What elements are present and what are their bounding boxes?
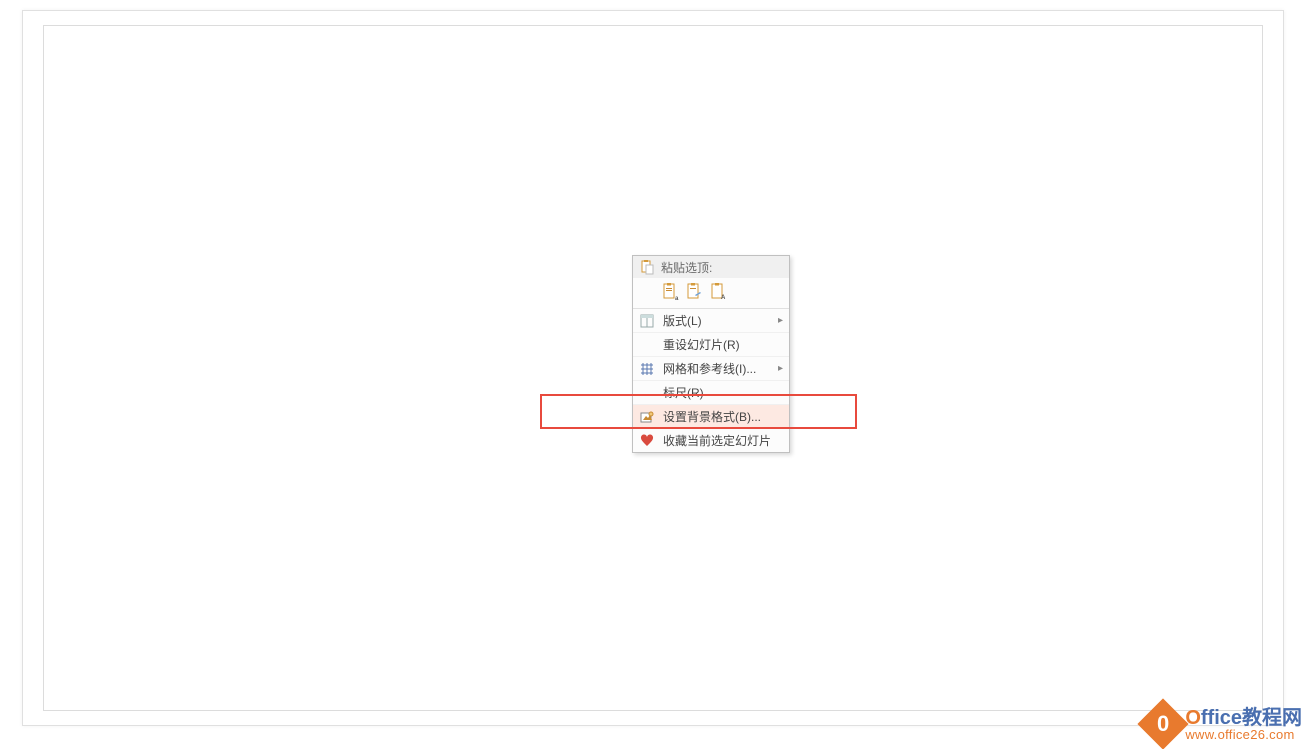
favorite-slide-menu[interactable]: 收藏当前选定幻灯片	[633, 428, 789, 452]
watermark-title: Office教程网	[1185, 708, 1302, 728]
format-background-menu[interactable]: 设置背景格式(B)...	[633, 404, 789, 428]
watermark-badge-text: 0	[1157, 711, 1169, 737]
watermark: 0 Office教程网 www.office26.com	[1145, 706, 1302, 742]
svg-text:A: A	[721, 295, 726, 301]
ruler-label: 标尺(R)	[663, 384, 783, 401]
ruler-menu[interactable]: 标尺(R)	[633, 380, 789, 404]
paste-merge-icon[interactable]	[685, 282, 705, 302]
grid-guides-menu[interactable]: 网格和参考线(I)... ▸	[633, 356, 789, 380]
watermark-text: Office教程网 www.office26.com	[1185, 708, 1302, 741]
format-bg-icon	[639, 409, 655, 425]
paste-options-label: 粘贴选顶:	[661, 259, 712, 276]
layout-menu[interactable]: 版式(L) ▸	[633, 308, 789, 332]
format-background-label: 设置背景格式(B)...	[663, 408, 783, 425]
watermark-url: www.office26.com	[1185, 728, 1302, 741]
paste-options-header: 粘贴选顶:	[633, 256, 789, 278]
reset-slide-menu[interactable]: 重设幻灯片(R)	[633, 332, 789, 356]
paste-text-only-icon[interactable]: A	[709, 282, 729, 302]
svg-text:a: a	[675, 296, 679, 302]
context-menu: 粘贴选顶: a A	[632, 255, 790, 453]
paste-keep-source-icon[interactable]: a	[661, 282, 681, 302]
chevron-right-icon: ▸	[778, 315, 783, 326]
grid-icon	[639, 361, 655, 377]
favorite-slide-label: 收藏当前选定幻灯片	[663, 432, 783, 449]
chevron-right-icon: ▸	[778, 363, 783, 374]
grid-guides-label: 网格和参考线(I)...	[663, 360, 778, 377]
heart-icon	[639, 433, 655, 449]
layout-label: 版式(L)	[663, 312, 778, 329]
watermark-badge: 0	[1138, 699, 1189, 749]
reset-slide-label: 重设幻灯片(R)	[663, 336, 783, 353]
layout-icon	[639, 313, 655, 329]
clipboard-icon	[639, 259, 655, 275]
paste-options-row: a A	[633, 278, 789, 308]
